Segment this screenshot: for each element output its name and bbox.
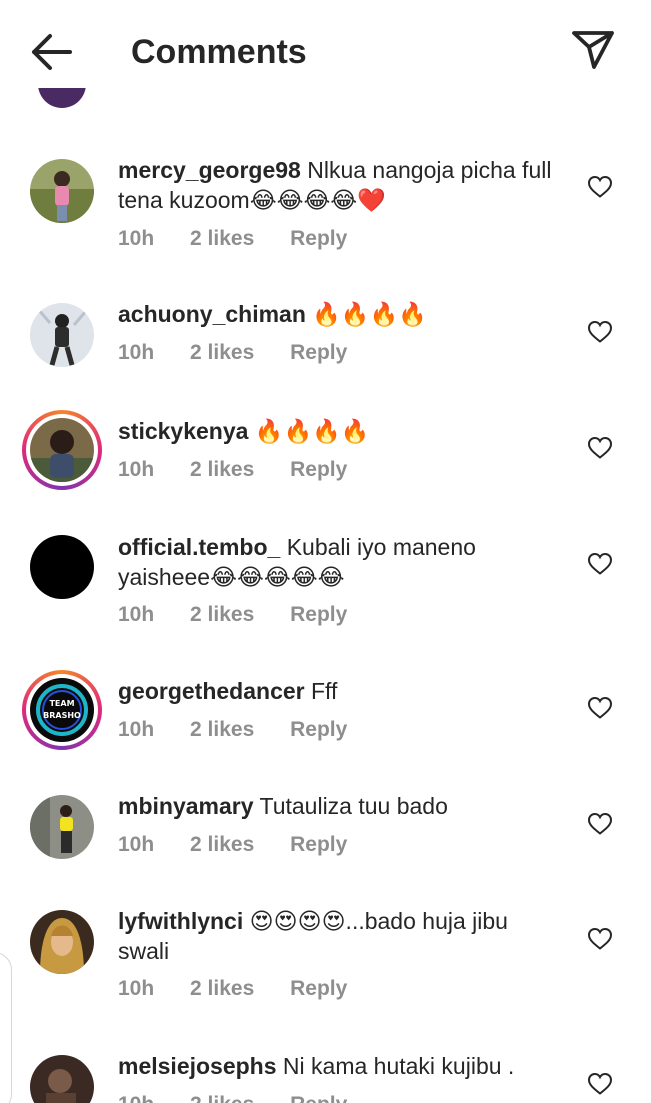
comment-time: 10h <box>118 718 155 741</box>
avatar[interactable] <box>30 159 94 223</box>
heart-icon[interactable] <box>587 320 613 344</box>
reply-button[interactable]: Reply <box>290 1093 347 1103</box>
avatar[interactable] <box>30 910 94 974</box>
comment-time: 10h <box>118 977 155 1000</box>
heart-icon[interactable] <box>587 696 613 720</box>
reply-button[interactable]: Reply <box>290 227 347 251</box>
heart-icon[interactable] <box>587 812 613 836</box>
edge-panel-handle[interactable] <box>0 952 12 1103</box>
top-bar: Comments <box>0 0 651 88</box>
avatar[interactable] <box>30 795 94 859</box>
comment-likes[interactable]: 2 likes <box>190 718 254 742</box>
comment-text: Fff <box>311 678 338 704</box>
comment-username[interactable]: mbinyamary <box>118 793 254 819</box>
comment-username[interactable]: achuony_chiman <box>118 301 306 327</box>
reply-button[interactable]: Reply <box>290 603 347 627</box>
comment-time: 10h <box>118 1093 154 1103</box>
comment-text: Ni kama hutaki kujibu . <box>282 1053 515 1079</box>
reply-button[interactable]: Reply <box>290 458 347 482</box>
heart-icon[interactable] <box>587 1072 613 1096</box>
comment-likes[interactable]: 2 likes <box>190 603 254 627</box>
reply-button[interactable]: Reply <box>290 977 347 1001</box>
comment-time: 10h <box>118 341 155 364</box>
comment-username[interactable]: georgethedancer <box>118 678 305 704</box>
comment-text: 🔥🔥🔥🔥 <box>312 301 427 327</box>
comment-likes[interactable]: 2 likes <box>190 833 254 857</box>
comment-likes[interactable]: 2 likes <box>190 458 254 482</box>
comment-time: 10h <box>118 833 155 856</box>
avatar[interactable] <box>22 410 102 490</box>
arrow-left-icon[interactable] <box>26 30 76 74</box>
avatar[interactable] <box>30 535 94 599</box>
comment-text: Tutauliza tuu bado <box>259 793 448 819</box>
comment-username[interactable]: stickykenya <box>118 418 248 444</box>
comments-screen: Comments mercy_george98 Nlkua nangoja pi… <box>0 0 651 1103</box>
comment-likes[interactable]: 2 likes <box>190 977 254 1001</box>
avatar-logo-text-top: TEAM <box>49 699 74 708</box>
avatar[interactable]: TEAM BRASHO <box>22 670 102 750</box>
avatar[interactable] <box>30 1055 94 1103</box>
page-title: Comments <box>131 33 307 71</box>
comment-likes[interactable]: 2 likes <box>190 341 254 365</box>
comment-username[interactable]: mercy_george98 <box>118 157 301 183</box>
reply-button[interactable]: Reply <box>290 718 347 742</box>
comment-text: 🔥🔥🔥🔥 <box>254 418 370 444</box>
comment-username[interactable]: official.tembo_ <box>118 534 280 560</box>
comment-time: 10h <box>118 458 155 481</box>
heart-icon[interactable] <box>587 927 613 951</box>
comment-username[interactable]: melsiejosephs <box>118 1053 277 1079</box>
reply-button[interactable]: Reply <box>290 833 347 857</box>
reply-button[interactable]: Reply <box>290 341 347 365</box>
paper-plane-icon[interactable] <box>566 26 618 74</box>
comment-time: 10h <box>118 603 155 626</box>
avatar-logo-text-bottom: BRASHO <box>43 711 81 720</box>
comment-likes[interactable]: 2 likes <box>190 1093 254 1103</box>
comment-username[interactable]: lyfwithlynci <box>118 908 243 934</box>
heart-icon[interactable] <box>587 436 613 460</box>
heart-icon[interactable] <box>587 175 613 199</box>
comment-likes[interactable]: 2 likes <box>190 227 254 251</box>
avatar[interactable] <box>30 303 94 367</box>
comment-time: 10h <box>118 227 155 250</box>
heart-icon[interactable] <box>587 552 613 576</box>
